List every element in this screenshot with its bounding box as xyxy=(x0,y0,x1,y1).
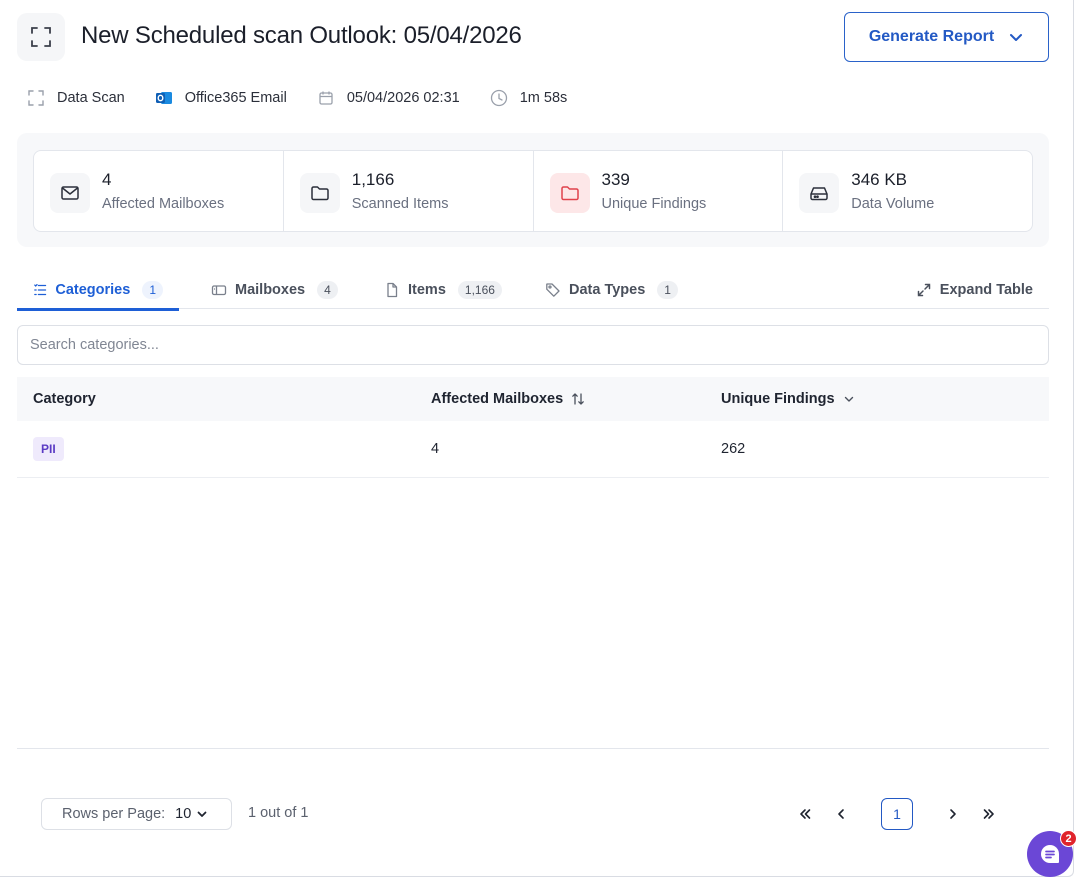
scan-icon xyxy=(17,13,65,61)
tab-items[interactable]: Items 1,166 xyxy=(368,270,518,309)
last-page-button[interactable] xyxy=(975,798,1003,830)
stat-value: 1,166 xyxy=(351,170,395,189)
next-page-button[interactable] xyxy=(939,798,967,830)
mailbox-icon xyxy=(211,284,227,295)
expand-icon xyxy=(917,283,931,296)
table-row[interactable]: PII 4 262 xyxy=(17,421,1049,478)
generate-report-label: Generate Report xyxy=(868,28,995,45)
calendar-icon xyxy=(315,87,337,109)
stat-data-volume: 346 KB Data Volume xyxy=(783,151,1032,231)
rows-per-page-value: 10 xyxy=(175,806,208,822)
scan-icon xyxy=(25,87,47,109)
search-categories-input[interactable] xyxy=(17,325,1049,365)
chevron-right-icon xyxy=(950,809,956,819)
tab-count: 1 xyxy=(142,280,163,299)
stat-label: Unique Findings xyxy=(601,196,707,212)
chevron-down-icon xyxy=(1010,34,1023,41)
stat-value: 339 xyxy=(601,170,630,189)
clock-icon xyxy=(488,87,510,109)
current-page-button[interactable]: 1 xyxy=(881,798,913,830)
chevron-down-icon xyxy=(197,811,207,817)
stat-unique-findings: 339 Unique Findings xyxy=(534,151,784,231)
generate-report-button[interactable]: Generate Report xyxy=(844,12,1049,62)
folder-alert-icon xyxy=(549,173,590,213)
stat-label: Data Volume xyxy=(851,196,935,212)
folder-icon xyxy=(299,173,340,213)
meta-scan-type: Data Scan xyxy=(25,87,125,109)
page-title: New Scheduled scan Outlook: 05/04/2026 xyxy=(81,22,522,49)
previous-page-button[interactable] xyxy=(827,798,855,830)
meta-datetime: 05/04/2026 02:31 xyxy=(315,87,460,109)
table-header: Category Affected Mailboxes Unique Findi… xyxy=(17,377,1049,421)
tab-count: 1,166 xyxy=(457,280,502,299)
tab-categories[interactable]: Categories 1 xyxy=(17,270,179,311)
chat-notification-badge: 2 xyxy=(1060,830,1077,847)
expand-table-button[interactable]: Expand Table xyxy=(916,270,1033,309)
chevron-down-icon xyxy=(844,396,853,402)
tab-bar: Categories 1 Mailboxes 4 Items 1,166 Dat… xyxy=(17,270,1049,311)
tab-count: 1 xyxy=(657,280,678,299)
scan-meta-row: Data Scan Office365 Email 05/04/2026 02:… xyxy=(25,86,595,110)
stats-cards: 4 Affected Mailboxes 1,166 Scanned Items… xyxy=(33,150,1033,232)
cell-category: PII xyxy=(33,421,64,477)
outlook-icon xyxy=(153,87,175,109)
file-icon xyxy=(387,282,398,297)
first-page-button[interactable] xyxy=(791,798,819,830)
column-header-unique-findings[interactable]: Unique Findings xyxy=(721,377,855,421)
cell-unique-findings: 262 xyxy=(721,441,746,457)
chevrons-left-icon xyxy=(800,809,811,819)
stat-label: Affected Mailboxes xyxy=(102,196,225,212)
stat-value: 4 xyxy=(102,170,112,189)
sort-icon xyxy=(572,393,585,405)
tag-icon xyxy=(546,282,560,297)
stat-label: Scanned Items xyxy=(351,196,449,212)
chevrons-right-icon xyxy=(983,809,994,819)
mail-icon xyxy=(50,173,90,213)
column-header-affected-mailboxes[interactable]: Affected Mailboxes xyxy=(431,377,585,421)
categories-table: Category Affected Mailboxes Unique Findi… xyxy=(17,377,1049,478)
stats-panel: 4 Affected Mailboxes 1,166 Scanned Items… xyxy=(17,133,1049,247)
page-header: New Scheduled scan Outlook: 05/04/2026 G… xyxy=(17,12,1049,64)
stat-value: 346 KB xyxy=(851,170,908,189)
hard-drive-icon xyxy=(799,173,840,213)
page-info: 1 out of 1 xyxy=(248,805,309,821)
rows-per-page-select[interactable]: Rows per Page: 10 xyxy=(41,798,232,830)
category-pill: PII xyxy=(33,437,64,461)
column-header-category: Category xyxy=(33,391,96,407)
tab-count: 4 xyxy=(317,280,338,299)
chevron-left-icon xyxy=(838,809,844,819)
footer-divider xyxy=(17,748,1049,749)
tab-data-types[interactable]: Data Types 1 xyxy=(529,270,694,309)
meta-duration: 1m 58s xyxy=(488,87,567,109)
stat-affected-mailboxes: 4 Affected Mailboxes xyxy=(34,151,284,231)
meta-source: Office365 Email xyxy=(153,87,287,109)
stat-scanned-items: 1,166 Scanned Items xyxy=(284,151,534,231)
tab-mailboxes[interactable]: Mailboxes 4 xyxy=(195,270,354,309)
list-icon xyxy=(34,283,47,295)
cell-affected-mailboxes: 4 xyxy=(431,441,440,457)
chat-icon xyxy=(1041,845,1059,863)
